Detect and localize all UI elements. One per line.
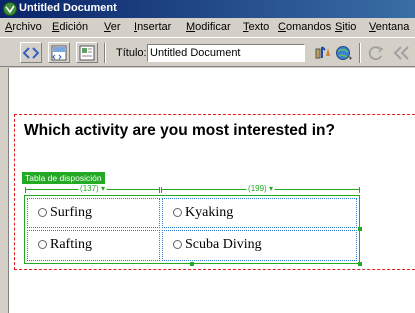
layout-cell[interactable]: Kyaking: [162, 198, 357, 228]
menu-ver[interactable]: Ver: [104, 21, 121, 33]
question-heading: Which activity are you most interested i…: [24, 122, 335, 139]
layout-table-tab[interactable]: Tabla de disposición: [22, 172, 105, 184]
radio-surfing[interactable]: [38, 208, 47, 217]
window-title: Untitled Document: [19, 2, 117, 14]
column-width-tick: [25, 187, 26, 193]
document-toolbar: Título:: [0, 37, 415, 67]
option-label: Rafting: [50, 237, 92, 252]
menu-texto[interactable]: Texto: [243, 21, 269, 33]
menu-bar: Archivo Edición Ver Insertar Modificar T…: [0, 18, 415, 37]
layout-table[interactable]: Surfing Kyaking Rafting Scuba Diving: [24, 195, 360, 264]
column-width-tick: [359, 187, 360, 193]
column-width-tick: [161, 187, 162, 193]
design-view-button[interactable]: [76, 42, 98, 63]
toolbar-separator: [359, 43, 361, 63]
split-view-button[interactable]: [48, 42, 70, 63]
radio-rafting[interactable]: [38, 240, 47, 249]
toolbar-separator: [104, 43, 106, 63]
menu-modificar[interactable]: Modificar: [186, 21, 231, 33]
code-view-icon: [23, 47, 39, 59]
menu-ventana[interactable]: Ventana: [369, 21, 409, 33]
radio-scuba-diving[interactable]: [173, 240, 182, 249]
layout-cell[interactable]: Scuba Diving: [162, 230, 357, 261]
radio-kyaking[interactable]: [173, 208, 182, 217]
refresh-icon[interactable]: [366, 44, 386, 62]
menu-sitio[interactable]: Sitio: [335, 21, 356, 33]
menu-archivo[interactable]: Archivo: [5, 21, 42, 33]
code-view-button[interactable]: [20, 42, 42, 63]
menu-comandos[interactable]: Comandos: [278, 21, 331, 33]
option-label: Kyaking: [185, 205, 234, 220]
option-label: Surfing: [50, 205, 92, 220]
canvas-edge: [8, 68, 9, 313]
title-label: Título:: [116, 47, 147, 59]
menu-edicion[interactable]: Edición: [52, 21, 88, 33]
split-view-icon: [51, 45, 67, 61]
menu-insertar[interactable]: Insertar: [134, 21, 171, 33]
table-resize-handle[interactable]: [358, 262, 362, 266]
column-width-label: (199) ▾: [246, 184, 275, 193]
layout-cell[interactable]: Rafting: [27, 230, 160, 261]
column-width-label: (137) ▾: [78, 184, 107, 193]
code-navigation-icon[interactable]: [392, 44, 412, 62]
table-resize-handle[interactable]: [358, 227, 362, 231]
column-width-tick: [159, 187, 160, 193]
column-width-indicator[interactable]: (137) ▾: [25, 184, 160, 193]
column-width-indicator[interactable]: (199) ▾: [161, 184, 360, 193]
layout-cell[interactable]: Surfing: [27, 198, 160, 228]
document-title-input[interactable]: [147, 44, 305, 62]
design-view-icon: [79, 45, 95, 61]
dreamweaver-window: Untitled Document Archivo Edición Ver In…: [0, 0, 415, 313]
table-resize-handle[interactable]: [190, 262, 194, 266]
title-bar[interactable]: Untitled Document: [0, 0, 415, 18]
file-management-icon[interactable]: [313, 44, 333, 62]
preview-in-browser-icon[interactable]: [334, 44, 354, 62]
dreamweaver-app-icon: [3, 2, 17, 16]
option-label: Scuba Diving: [185, 237, 262, 252]
